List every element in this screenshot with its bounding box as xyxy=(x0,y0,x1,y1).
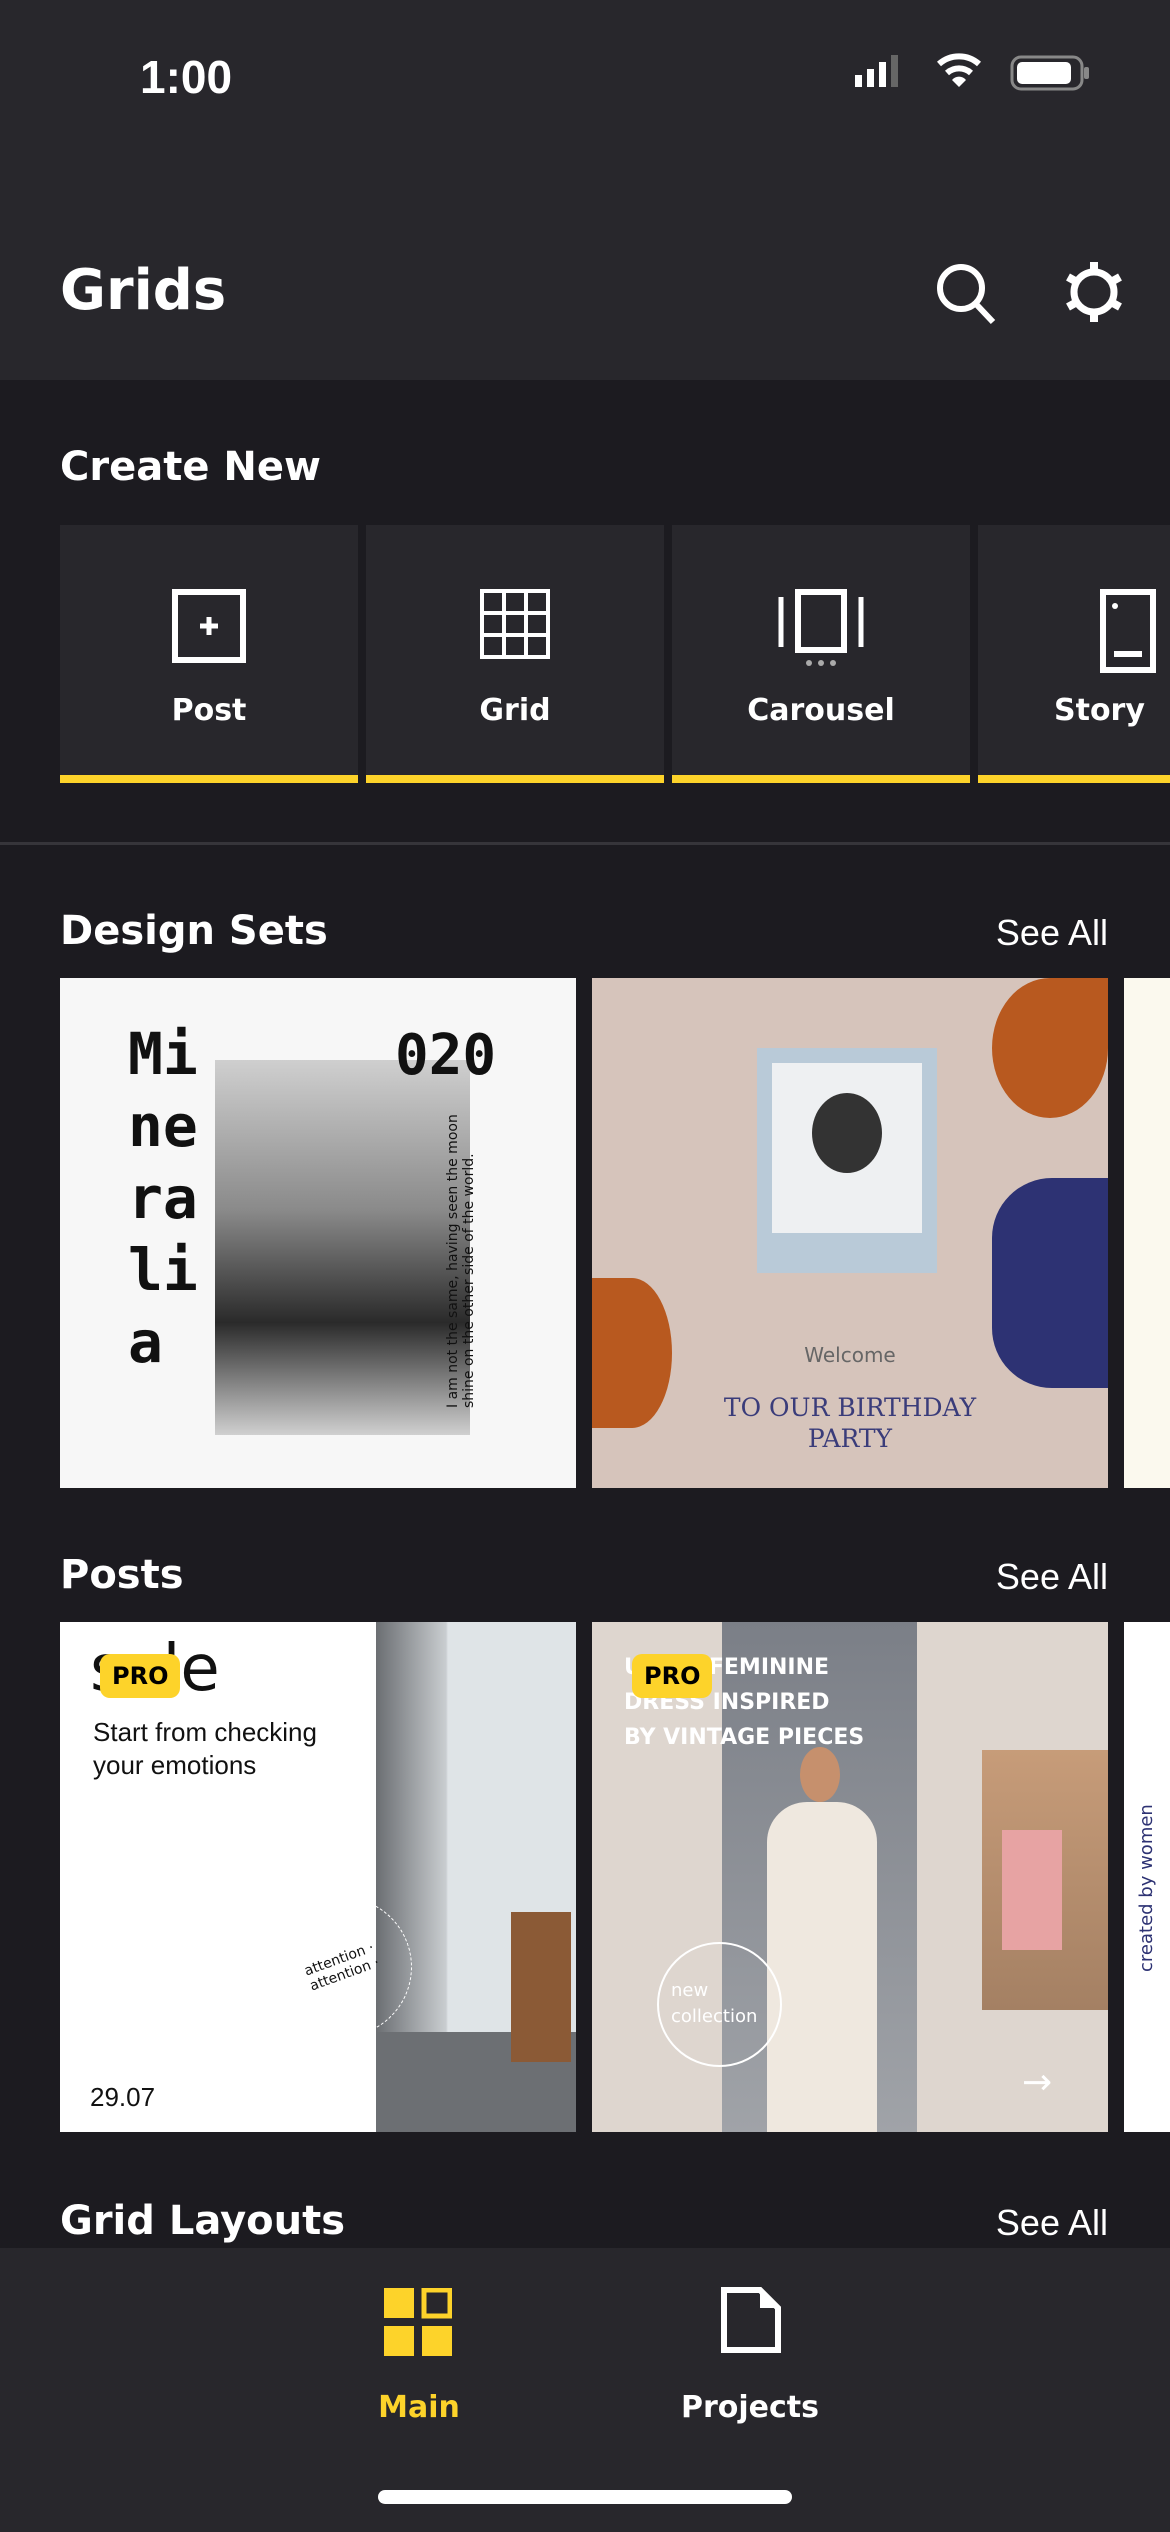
tab-label: Projects xyxy=(680,2390,819,2425)
signal-icon xyxy=(855,55,899,91)
wifi-icon xyxy=(935,52,983,92)
balloon-photo xyxy=(757,1048,937,1273)
design-sets-title: Design Sets xyxy=(60,908,328,954)
search-icon[interactable] xyxy=(935,262,999,330)
document-icon xyxy=(721,2287,781,2353)
model-photo-2 xyxy=(982,1750,1108,2010)
birthday-line1: TO OUR BIRTHDAY xyxy=(723,1393,977,1422)
line3: BY VINTAGE PIECES xyxy=(624,1725,865,1750)
card-number: 020 xyxy=(395,1023,497,1088)
home-indicator[interactable] xyxy=(378,2490,792,2504)
card-headline: Mi ne ra li a xyxy=(128,1020,198,1376)
tab-label: Main xyxy=(378,2390,460,2425)
new-collection-circle: new collection xyxy=(657,1942,782,2067)
create-new-title: Create New xyxy=(60,444,321,490)
grid-layouts-see-all[interactable]: See All xyxy=(996,2202,1108,2244)
tile-label: Grid xyxy=(479,693,551,728)
room-photo xyxy=(376,1622,576,2132)
tile-label: Carousel xyxy=(747,693,895,728)
status-time: 1:00 xyxy=(140,51,233,103)
create-story-tile[interactable]: Story xyxy=(978,525,1170,783)
post-card[interactable]: ULTRA FEMININE DRESS INSPIRED BY VINTAGE… xyxy=(592,1622,1108,2132)
create-grid-tile[interactable]: Grid xyxy=(366,525,664,783)
post-text1: Start from checking xyxy=(93,1717,317,1747)
battery-icon xyxy=(1010,55,1092,95)
welcome-text: Welcome xyxy=(804,1343,896,1367)
tile-label: Story xyxy=(1054,693,1145,728)
posts-see-all[interactable]: See All xyxy=(996,1556,1108,1598)
story-icon xyxy=(1100,589,1156,673)
birthday-line2: PARTY xyxy=(807,1424,893,1453)
post-card[interactable]: created by women xyxy=(1124,1622,1170,2132)
pro-badge: PRO xyxy=(632,1654,713,1698)
posts-title: Posts xyxy=(60,1552,184,1598)
grid-icon xyxy=(480,589,550,659)
divider xyxy=(0,842,1170,845)
main-icon xyxy=(384,2288,452,2356)
post-add-icon xyxy=(172,589,246,663)
tab-main[interactable]: Main xyxy=(299,2282,539,2442)
card-caption: I am not the same, having seen the moon … xyxy=(445,1114,477,1408)
create-post-tile[interactable]: Post xyxy=(60,525,358,783)
gear-icon[interactable] xyxy=(1062,260,1126,328)
pro-badge: PRO xyxy=(100,1654,181,1698)
grid-layouts-title: Grid Layouts xyxy=(60,2198,346,2244)
arrow-right-icon: → xyxy=(1022,2062,1053,2103)
tab-projects[interactable]: Projects xyxy=(630,2282,870,2442)
shape xyxy=(992,978,1108,1118)
post-date: 29.07 xyxy=(90,2082,156,2112)
portrait-image xyxy=(215,1060,470,1435)
side-text: created by women xyxy=(1136,1804,1157,1972)
design-set-card[interactable] xyxy=(1124,978,1170,1488)
page-title: Grids xyxy=(60,258,227,323)
create-carousel-tile[interactable]: Carousel xyxy=(672,525,970,783)
design-set-card[interactable]: Welcome TO OUR BIRTHDAY PARTY xyxy=(592,978,1108,1488)
design-sets-see-all[interactable]: See All xyxy=(996,912,1108,954)
post-card[interactable]: sale Start from checking your emotions a… xyxy=(60,1622,576,2132)
design-set-card[interactable]: Mi ne ra li a 020 I am not the same, hav… xyxy=(60,978,576,1488)
post-text2: your emotions xyxy=(93,1750,257,1780)
tile-label: Post xyxy=(171,693,247,728)
carousel-icon xyxy=(778,589,864,666)
